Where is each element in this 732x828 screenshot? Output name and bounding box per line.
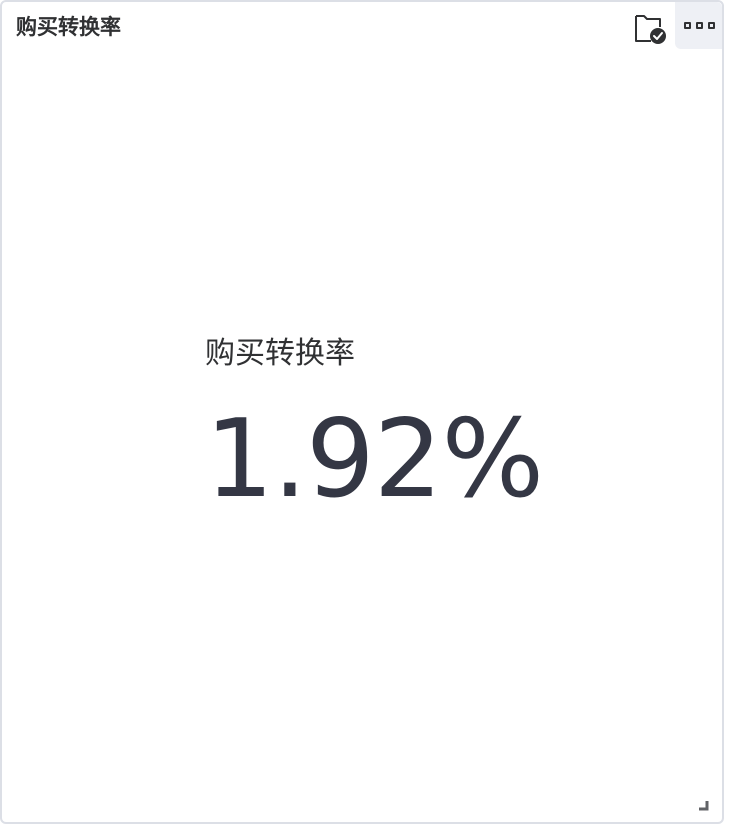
metric-display: 购买转换率 1.92% (2, 302, 722, 542)
metric-card: 购买转换率 购买转换率 1.92% (0, 0, 724, 824)
more-button[interactable] (675, 2, 722, 49)
metric-value: 1.92% (205, 397, 544, 522)
resize-handle[interactable] (697, 796, 709, 811)
card-header: 购买转换率 (2, 2, 722, 50)
resize-handle-icon (699, 801, 709, 811)
card-title: 购买转换率 (16, 15, 121, 39)
folder-check-icon (635, 15, 666, 44)
metric-label: 购买转换率 (205, 336, 355, 371)
folder-check-button[interactable] (632, 10, 668, 46)
